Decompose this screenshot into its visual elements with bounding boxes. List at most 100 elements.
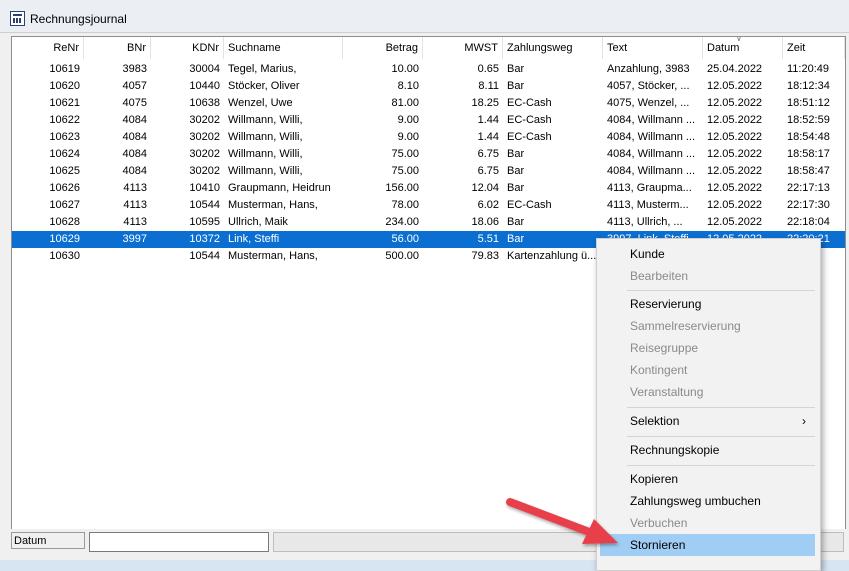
- title-bar[interactable]: Rechnungsjournal: [0, 0, 849, 33]
- menu-item-label: Sammelreservierung: [630, 319, 741, 333]
- column-header-kdnr[interactable]: KDNr: [151, 37, 224, 59]
- column-header-zahlungsweg[interactable]: Zahlungsweg: [503, 37, 603, 59]
- column-header-zeit[interactable]: Zeit: [783, 37, 845, 59]
- cell-mwst: 1.44: [477, 131, 499, 143]
- table-row[interactable]: 10622 4084 30202 Willmann, Willi, 9.00 1.44 EC…: [12, 112, 845, 129]
- cell-zahlungsweg: EC-Cash: [507, 199, 552, 211]
- cell-renr: 10627: [49, 199, 80, 211]
- column-header-bnr[interactable]: BNr: [84, 37, 151, 59]
- menu-item-label: Reisegruppe: [630, 341, 699, 355]
- cell-suchname: Willmann, Willi,: [228, 114, 303, 126]
- column-header-mwst[interactable]: MWST: [423, 37, 503, 59]
- cell-zeit: 11:20:49: [787, 63, 830, 75]
- cell-bnr: 4084: [122, 131, 147, 143]
- menu-item-selektion[interactable]: Selektion ›: [597, 410, 818, 432]
- menu-item-label: Bearbeiten: [630, 269, 689, 283]
- cell-kdnr: 10372: [189, 233, 220, 245]
- cell-bnr: [84, 248, 151, 265]
- cell-mwst: 6.02: [477, 199, 499, 211]
- column-header-betrag[interactable]: Betrag: [343, 37, 423, 59]
- cell-suchname: Musterman, Hans,: [228, 199, 318, 211]
- cell-renr: 10629: [49, 233, 80, 245]
- menu-item-kontingent: Kontingent: [597, 359, 818, 381]
- annotation-arrow-icon: [506, 498, 618, 544]
- cell-zeit: 18:58:47: [787, 165, 830, 177]
- cell-kdnr: 30202: [189, 148, 220, 160]
- cell-renr: 10623: [49, 131, 80, 143]
- cell-suchname: Willmann, Willi,: [228, 148, 303, 160]
- cell-kdnr: 30202: [189, 114, 220, 126]
- cell-text: 4075, Wenzel, ...: [607, 97, 690, 109]
- menu-item-label: Rechnungskopie: [630, 443, 720, 457]
- cell-renr: 10630: [49, 250, 80, 262]
- menu-item-kopieren[interactable]: Kopieren: [597, 468, 818, 490]
- menu-item-label: Kopieren: [630, 472, 679, 486]
- table-row[interactable]: 10621 4075 10638 Wenzel, Uwe 81.00 18.25 EC-Ca…: [12, 95, 845, 112]
- cell-bnr: 4084: [122, 165, 147, 177]
- chevron-right-icon: ›: [802, 414, 806, 428]
- column-header-text[interactable]: Text: [603, 37, 703, 59]
- menu-item-rechnungskopie[interactable]: Rechnungskopie: [597, 439, 818, 461]
- menu-item-kunde[interactable]: Kunde: [597, 243, 818, 265]
- table-row[interactable]: 10619 3983 30004 Tegel, Marius, 10.00 0.65 Bar…: [12, 61, 845, 78]
- menu-item-label: Veranstaltung: [630, 385, 704, 399]
- menu-separator: [627, 465, 815, 466]
- cell-bnr: 4113: [123, 182, 147, 194]
- menu-separator: [627, 436, 815, 437]
- cell-zahlungsweg: Kartenzahlung ü...: [507, 250, 597, 262]
- menu-item-reservierung[interactable]: Reservierung: [597, 293, 818, 315]
- table-row[interactable]: 10627 4113 10544 Musterman, Hans, 78.00 6.02 E…: [12, 197, 845, 214]
- cell-mwst: 5.51: [477, 233, 499, 245]
- cell-zahlungsweg: Bar: [507, 182, 525, 194]
- cell-zeit: 22:17:30: [787, 199, 830, 211]
- cell-betrag: 8.10: [397, 80, 419, 92]
- status-date-input[interactable]: [89, 532, 269, 552]
- cell-text: 4084, Willmann ...: [607, 131, 696, 143]
- cell-betrag: 234.00: [385, 216, 419, 228]
- menu-item-label: Zahlungsweg umbuchen: [630, 494, 761, 508]
- cell-text: 4113, Ullrich, ...: [607, 216, 683, 228]
- cell-bnr: 4075: [122, 97, 147, 109]
- table-row[interactable]: 10626 4113 10410 Graupmann, Heidrun 156.00 12…: [12, 180, 845, 197]
- cell-bnr: 4084: [122, 114, 147, 126]
- column-header-datum[interactable]: Datum: [703, 37, 783, 59]
- cell-mwst: 12.04: [471, 182, 499, 194]
- cell-datum: 12.05.2022: [707, 131, 763, 143]
- cell-mwst: 18.25: [471, 97, 499, 109]
- menu-item-label: Kunde: [630, 247, 665, 261]
- cell-bnr: 4113: [123, 199, 147, 211]
- cell-renr: 10624: [49, 148, 80, 160]
- cell-mwst: 0.65: [477, 63, 499, 75]
- cell-betrag: 156.00: [385, 182, 419, 194]
- cell-zeit: 18:58:17: [787, 148, 830, 160]
- rechnungsjournal-window: Rechnungsjournal ∨ ReNr BNr KDNr Suchname Be…: [0, 0, 849, 571]
- cell-suchname: Ullrich, Maik: [228, 216, 288, 228]
- cell-mwst: 8.11: [478, 80, 499, 92]
- cell-datum: 12.05.2022: [707, 114, 763, 126]
- cell-text: 4113, Musterm...: [607, 199, 689, 211]
- cell-zahlungsweg: EC-Cash: [507, 97, 552, 109]
- cell-datum: 12.05.2022: [707, 97, 763, 109]
- cell-text: Anzahlung, 3983: [607, 63, 690, 75]
- cell-bnr: 3983: [122, 63, 147, 75]
- table-row[interactable]: 10628 4113 10595 Ullrich, Maik 234.00 18.06 Ba…: [12, 214, 845, 231]
- cell-betrag: 9.00: [397, 131, 419, 143]
- cell-mwst: 79.83: [471, 250, 499, 262]
- menu-item-bearbeiten: Bearbeiten: [597, 265, 818, 287]
- cell-renr: 10620: [49, 80, 80, 92]
- cell-betrag: 9.00: [397, 114, 419, 126]
- column-header-suchname[interactable]: Suchname: [224, 37, 343, 59]
- table-row[interactable]: 10625 4084 30202 Willmann, Willi, 75.00 6.75 B…: [12, 163, 845, 180]
- table-row[interactable]: 10623 4084 30202 Willmann, Willi, 9.00 1.44 EC…: [12, 129, 845, 146]
- cell-zeit: 18:52:59: [787, 114, 830, 126]
- cell-kdnr: 10638: [189, 97, 220, 109]
- cell-renr: 10619: [49, 63, 80, 75]
- menu-item-sammelreservierung: Sammelreservierung: [597, 315, 818, 337]
- table-row[interactable]: 10620 4057 10440 Stöcker, Oliver 8.10 8.11 Bar…: [12, 78, 845, 95]
- menu-separator: [627, 290, 815, 291]
- cell-mwst: 18.06: [471, 216, 499, 228]
- cell-text: 4084, Willmann ...: [607, 148, 696, 160]
- table-row[interactable]: 10624 4084 30202 Willmann, Willi, 75.00 6.75 B…: [12, 146, 845, 163]
- column-header-renr[interactable]: ReNr: [12, 37, 84, 59]
- cell-suchname: Musterman, Hans,: [228, 250, 318, 262]
